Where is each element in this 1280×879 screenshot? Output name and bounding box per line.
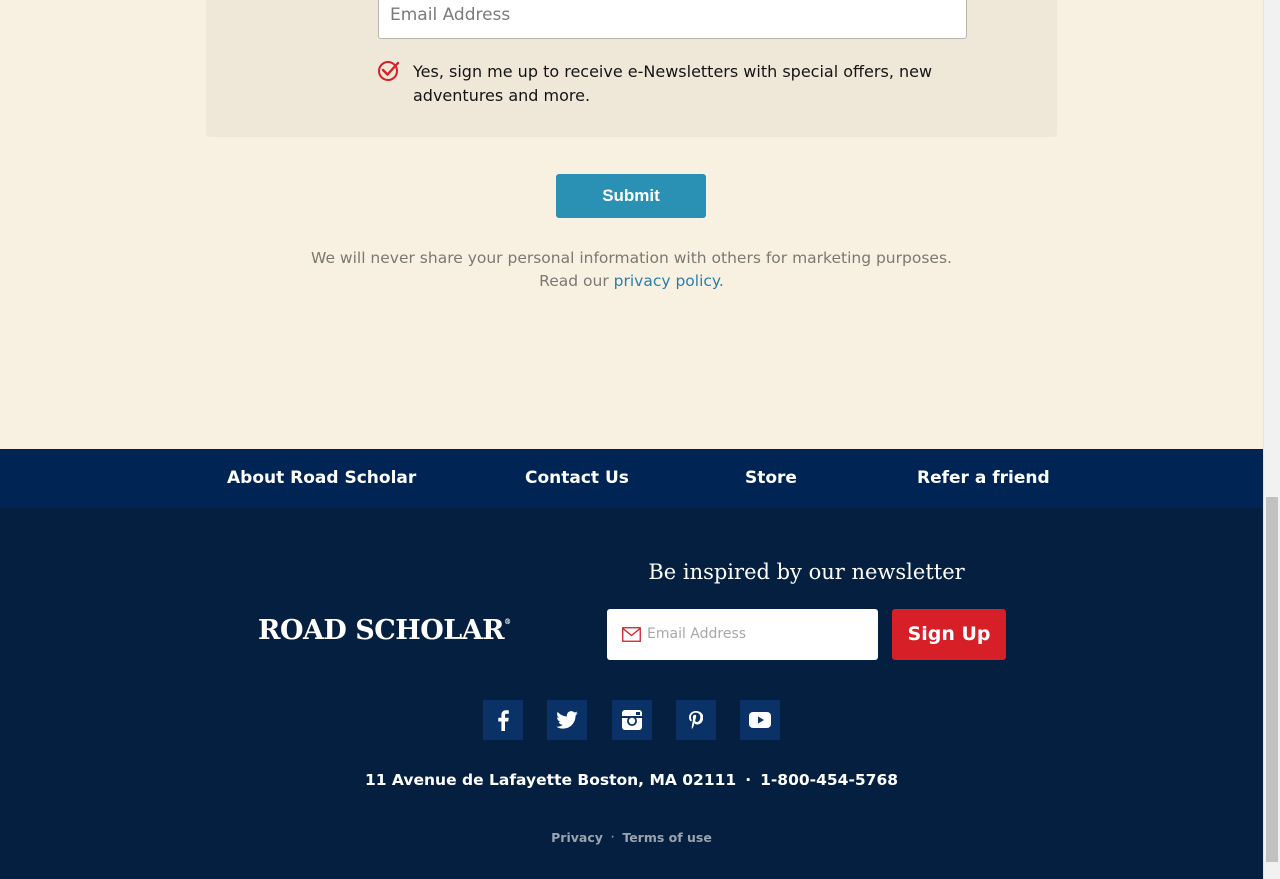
mail-icon: [622, 627, 641, 642]
privacy-note-line-2: Read our privacy policy.: [206, 270, 1057, 293]
footer-nav-bar: About Road Scholar Contact Us Store Refe…: [0, 449, 1263, 508]
scrollbar-thumb[interactable]: [1266, 497, 1278, 862]
newsletter-consent-label[interactable]: Yes, sign me up to receive e-Newsletters…: [413, 60, 933, 108]
newsletter-placeholder: Email Address: [647, 626, 747, 642]
contact-line: 11 Avenue de Lafayette Boston, MA 02111 ·…: [0, 771, 1263, 789]
registered-mark: ®: [504, 617, 511, 626]
checkmark-circle-icon[interactable]: [377, 59, 401, 83]
privacy-note-line: We will never share your personal inform…: [311, 249, 952, 267]
legal-links: Privacy · Terms of use: [0, 830, 1263, 845]
nav-contact-us[interactable]: Contact Us: [525, 449, 629, 508]
legal-separator: ·: [610, 833, 615, 843]
email-field[interactable]: Email Address: [378, 0, 967, 39]
phone-number[interactable]: 1-800-454-5768: [760, 771, 898, 789]
twitter-icon[interactable]: [547, 700, 587, 740]
facebook-icon[interactable]: [483, 700, 523, 740]
logo-text: ROAD SCHOLAR: [258, 615, 505, 646]
privacy-prefix: Read our: [539, 272, 614, 290]
privacy-link[interactable]: Privacy: [551, 830, 603, 845]
terms-of-use-link[interactable]: Terms of use: [622, 830, 712, 845]
pinterest-icon[interactable]: [676, 700, 716, 740]
privacy-note: We will never share your personal inform…: [206, 247, 1057, 293]
separator-dot: ·: [745, 771, 752, 789]
newsletter-heading: Be inspired by our newsletter: [648, 560, 965, 584]
site-footer: ROAD SCHOLAR® Be inspired by our newslet…: [0, 508, 1263, 879]
address-text: 11 Avenue de Lafayette Boston, MA 02111: [364, 771, 737, 789]
page-content: Email Address Yes, sign me up to receive…: [0, 0, 1263, 879]
instagram-icon[interactable]: [612, 700, 652, 740]
submit-button[interactable]: Submit: [556, 174, 706, 218]
privacy-policy-link[interactable]: privacy policy.: [614, 272, 724, 290]
nav-store[interactable]: Store: [745, 449, 797, 508]
newsletter-email-input[interactable]: Email Address: [607, 609, 878, 660]
sign-up-button[interactable]: Sign Up: [892, 609, 1006, 660]
youtube-icon[interactable]: [740, 700, 780, 740]
nav-refer-a-friend[interactable]: Refer a friend: [917, 449, 1050, 508]
nav-about-road-scholar[interactable]: About Road Scholar: [227, 449, 416, 508]
vertical-scrollbar[interactable]: [1263, 0, 1280, 879]
road-scholar-logo[interactable]: ROAD SCHOLAR®: [258, 615, 511, 646]
